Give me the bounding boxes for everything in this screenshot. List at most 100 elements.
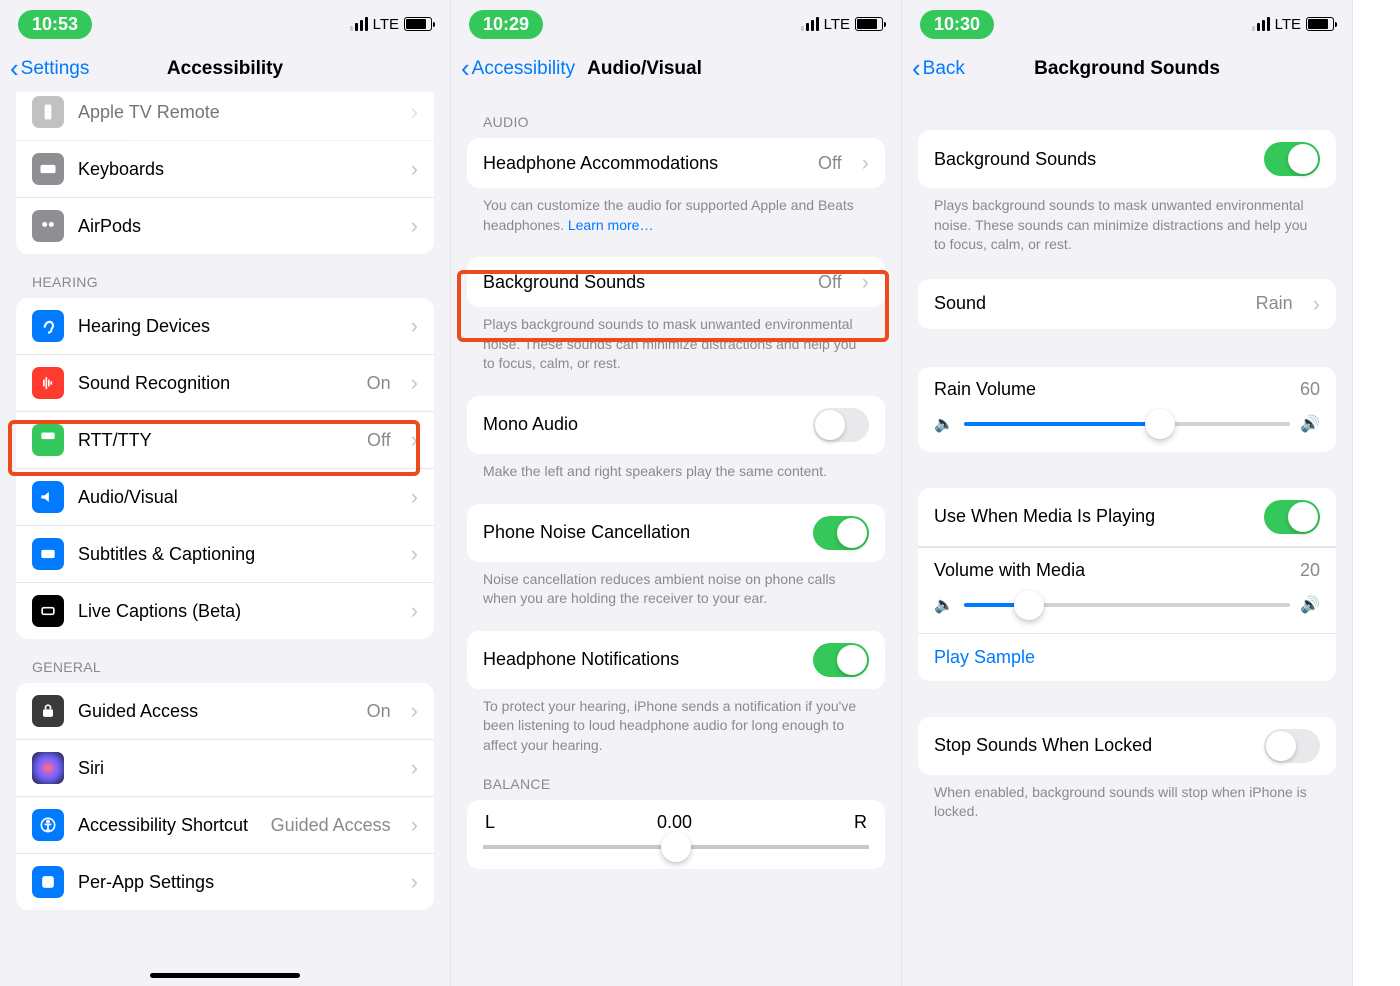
list-item-sound[interactable]: Sound Rain ›	[918, 279, 1336, 329]
section-header-general: GENERAL	[0, 639, 450, 683]
list-item-mono-audio: Mono Audio	[467, 396, 885, 454]
speaker-high-icon: 🔊	[1300, 414, 1320, 434]
status-bar: 10:30 LTE	[902, 0, 1352, 44]
speaker-low-icon: 🔈	[934, 414, 954, 434]
back-button[interactable]: ‹ Back	[912, 57, 965, 81]
list-item-stop-when-locked: Stop Sounds When Locked	[918, 717, 1336, 775]
list-item-siri[interactable]: Siri ›	[16, 740, 434, 797]
phone-icon	[32, 424, 64, 456]
waveform-icon	[32, 367, 64, 399]
list-item-sound-recognition[interactable]: Sound Recognition On ›	[16, 355, 434, 412]
play-sample-button[interactable]: Play Sample	[918, 633, 1336, 681]
footer-headphone-acc: You can customize the audio for supporte…	[451, 188, 901, 235]
general-group: Guided Access On › Siri › Accessibility …	[16, 683, 434, 910]
chevron-right-icon: ›	[411, 755, 418, 781]
live-caption-icon	[32, 595, 64, 627]
footer-main: Plays background sounds to mask unwanted…	[902, 188, 1352, 255]
media-volume-slider[interactable]: 🔈 🔊	[918, 587, 1336, 633]
background-sounds-toggle[interactable]	[1264, 142, 1320, 176]
lock-icon	[32, 695, 64, 727]
list-item-guided-access[interactable]: Guided Access On ›	[16, 683, 434, 740]
headphone-notifications-group: Headphone Notifications	[467, 631, 885, 689]
signal-icon	[1252, 17, 1270, 31]
per-app-icon	[32, 866, 64, 898]
section-header-balance: BALANCE	[451, 756, 901, 800]
media-volume-label: Volume with Media	[934, 560, 1085, 581]
balance-slider[interactable]	[483, 845, 869, 849]
stop-locked-group: Stop Sounds When Locked	[918, 717, 1336, 775]
chevron-right-icon: ›	[411, 869, 418, 895]
rain-volume-slider[interactable]: 🔈 🔊	[918, 406, 1336, 452]
navbar: ‹ Settings Accessibility	[0, 44, 450, 94]
chevron-left-icon: ‹	[461, 55, 470, 81]
list-item-use-when-media-playing: Use When Media Is Playing	[918, 488, 1336, 547]
chevron-right-icon: ›	[411, 370, 418, 396]
chevron-right-icon: ›	[411, 156, 418, 182]
eye-speaker-icon	[32, 481, 64, 513]
battery-icon	[855, 17, 883, 31]
chevron-right-icon: ›	[411, 598, 418, 624]
hearing-group: Hearing Devices › Sound Recognition On ›…	[16, 298, 434, 639]
list-item-hearing-devices[interactable]: Hearing Devices ›	[16, 298, 434, 355]
list-item[interactable]: AirPods ›	[16, 198, 434, 254]
mono-audio-toggle[interactable]	[813, 408, 869, 442]
balance-left-label: L	[485, 812, 495, 833]
list-item-headphone-notifications: Headphone Notifications	[467, 631, 885, 689]
accessibility-icon	[32, 809, 64, 841]
siri-icon	[32, 752, 64, 784]
ear-icon	[32, 310, 64, 342]
footer-noise: Noise cancellation reduces ambient noise…	[451, 562, 901, 609]
back-button[interactable]: ‹ Accessibility	[461, 57, 575, 81]
status-bar: 10:29 LTE	[451, 0, 901, 44]
speaker-high-icon: 🔊	[1300, 595, 1320, 615]
background-sounds-group: Background Sounds Off ›	[467, 257, 885, 307]
chevron-right-icon: ›	[411, 427, 418, 453]
headphone-notifications-toggle[interactable]	[813, 643, 869, 677]
chevron-right-icon: ›	[862, 269, 869, 295]
speaker-low-icon: 🔈	[934, 595, 954, 615]
list-item-per-app[interactable]: Per-App Settings ›	[16, 854, 434, 910]
list-item-background-sounds-toggle: Background Sounds	[918, 130, 1336, 188]
chevron-right-icon: ›	[411, 213, 418, 239]
footer-stop-locked: When enabled, background sounds will sto…	[902, 775, 1352, 822]
media-group: Use When Media Is Playing Volume with Me…	[918, 488, 1336, 681]
balance-group: L 0.00 R	[467, 800, 885, 869]
list-item[interactable]: Keyboards ›	[16, 141, 434, 198]
list-item-live-captions[interactable]: Live Captions (Beta) ›	[16, 583, 434, 639]
chevron-right-icon: ›	[411, 313, 418, 339]
screen-accessibility: 10:53 LTE ‹ Settings Accessibility Apple…	[0, 0, 451, 986]
list-item-rtt-tty[interactable]: RTT/TTY Off ›	[16, 412, 434, 469]
page-title: Audio/Visual	[587, 58, 702, 80]
list-item-headphone-accommodations[interactable]: Headphone Accommodations Off ›	[467, 138, 885, 188]
headphone-acc-group: Headphone Accommodations Off ›	[467, 138, 885, 188]
media-volume-value: 20	[1300, 560, 1320, 581]
footer-background-sounds: Plays background sounds to mask unwanted…	[451, 307, 901, 374]
list-item-background-sounds[interactable]: Background Sounds Off ›	[467, 257, 885, 307]
chevron-right-icon: ›	[411, 698, 418, 724]
home-indicator[interactable]	[150, 973, 300, 978]
status-time: 10:53	[18, 10, 92, 39]
tv-remote-icon	[32, 96, 64, 128]
stop-when-locked-toggle[interactable]	[1264, 729, 1320, 763]
page-title: Background Sounds	[902, 58, 1352, 80]
rain-volume-label: Rain Volume	[934, 379, 1036, 400]
status-time: 10:30	[920, 10, 994, 39]
learn-more-link[interactable]: Learn more…	[568, 217, 654, 233]
list-item[interactable]: Apple TV Remote ›	[16, 92, 434, 141]
footer-mono: Make the left and right speakers play th…	[451, 454, 901, 482]
back-button[interactable]: ‹ Settings	[10, 57, 89, 81]
list-item-audio-visual[interactable]: Audio/Visual ›	[16, 469, 434, 526]
list-item-noise-cancellation: Phone Noise Cancellation	[467, 504, 885, 562]
signal-icon	[801, 17, 819, 31]
noise-cancellation-toggle[interactable]	[813, 516, 869, 550]
balance-right-label: R	[854, 812, 867, 833]
network-label: LTE	[824, 16, 850, 33]
list-item-subtitles[interactable]: Subtitles & Captioning ›	[16, 526, 434, 583]
list-item-accessibility-shortcut[interactable]: Accessibility Shortcut Guided Access ›	[16, 797, 434, 854]
battery-icon	[1306, 17, 1334, 31]
balance-value: 0.00	[657, 812, 692, 833]
chevron-right-icon: ›	[862, 150, 869, 176]
sound-group: Sound Rain ›	[918, 279, 1336, 329]
physical-motor-group: Apple TV Remote › Keyboards › AirPods ›	[16, 92, 434, 254]
media-playing-toggle[interactable]	[1264, 500, 1320, 534]
